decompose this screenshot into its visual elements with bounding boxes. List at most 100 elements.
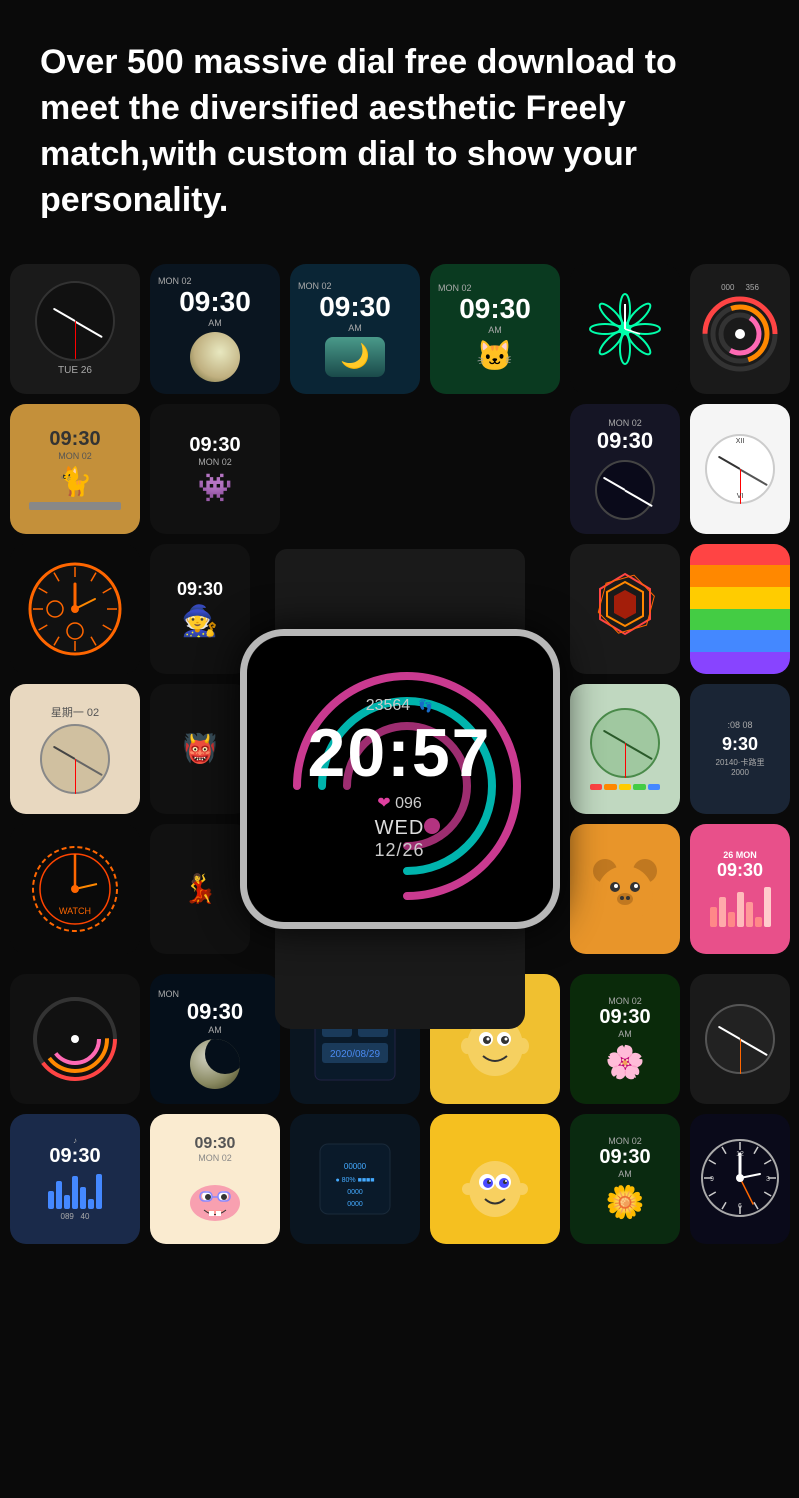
watch-face-33: MON 02 09:30 AM 🌼 (570, 1114, 680, 1244)
wf18-steps: 2000 (731, 768, 749, 777)
watch-face-1: TUE 26 (10, 264, 140, 394)
watch-face-18: :08 08 9:30 20140·卡路里 2000 (690, 684, 790, 814)
wf13-svg (580, 564, 670, 654)
wf21-svg (585, 849, 665, 929)
watch-face-15: 星期一 02 (10, 684, 140, 814)
page-title: Over 500 massive dial free download to m… (40, 40, 759, 224)
watch-face-21 (570, 824, 680, 954)
wf23-svg (25, 989, 125, 1089)
watch-grid: TUE 26 MON 02 09:30 AM MON 02 09:30 AM 🌙 (0, 254, 799, 1304)
wf19-svg: WATCH (25, 839, 125, 939)
svg-text:2020/08/29: 2020/08/29 (330, 1049, 380, 1060)
wf3-ampm: AM (348, 323, 362, 333)
watch-face-28 (690, 974, 790, 1104)
center-watch-info: 23564 👣 20:57 ❤ 096 WED 12/26 (247, 636, 553, 922)
wf3-time: 09:30 (319, 291, 391, 323)
watch-face-11 (10, 544, 140, 674)
watch-face-31: 00000 ● 80% ■■■■ 0000 0000 (290, 1114, 420, 1244)
wf33-flower: 🌼 (605, 1183, 645, 1221)
wf1-label: TUE 26 (58, 365, 92, 376)
watch-face-12: 09:30 🧙 (150, 544, 250, 674)
watch-face-14 (690, 544, 790, 674)
svg-text:00000: 00000 (344, 1162, 367, 1171)
wf5-svg (580, 284, 670, 374)
watch-face-30: 09:30 MON 02 (150, 1114, 280, 1244)
wf7-cat: 🐈 (58, 465, 93, 498)
watch-face-6: 000 356 (690, 264, 790, 394)
watch-face-2: MON 02 09:30 AM (150, 264, 280, 394)
wf12-icon: 🧙 (181, 604, 218, 639)
wf4-date: MON 02 (438, 283, 472, 293)
center-day: WED (375, 817, 425, 840)
wf33-time: 09:30 (599, 1146, 650, 1169)
wf24-time: 09:30 (187, 999, 243, 1025)
wf27-time: 09:30 (599, 1006, 650, 1029)
wf22-date: 26 MON (723, 850, 757, 860)
wf29-label: ♪ (73, 1136, 77, 1145)
svg-text:3: 3 (766, 1176, 770, 1183)
wf9-date: MON 02 (608, 418, 642, 428)
watch-face-32 (430, 1114, 560, 1244)
svg-text:0000: 0000 (347, 1201, 363, 1208)
svg-text:● 80% ■■■■: ● 80% ■■■■ (335, 1177, 374, 1184)
wf6-svg (700, 294, 780, 374)
wf30-svg (180, 1163, 250, 1223)
wf9-time: 09:30 (597, 428, 653, 454)
center-watch-screen: 23564 👣 20:57 ❤ 096 WED 12/26 (247, 636, 553, 922)
band-bottom (275, 929, 525, 1029)
center-time: 20:57 (308, 719, 492, 787)
wf8-icon: 👾 (198, 471, 233, 504)
wf16-icon: 👹 (183, 732, 218, 765)
wf31-svg: 00000 ● 80% ■■■■ 0000 0000 (310, 1134, 400, 1224)
wf8-time: 09:30 (189, 434, 240, 457)
watch-face-23 (10, 974, 140, 1104)
wf24-header: MON (158, 989, 179, 999)
watch-face-5 (570, 264, 680, 394)
wf27-ampm: AM (618, 1029, 632, 1039)
center-steps: 23564 👣 (366, 697, 434, 715)
svg-text:9: 9 (710, 1176, 714, 1183)
wf18-label: :08 08 (727, 720, 752, 730)
wf33-ampm: AM (618, 1169, 632, 1179)
wf29-sub: 089 40 (61, 1212, 90, 1221)
wf11-svg (25, 559, 125, 659)
watch-face-7: 09:30 MON 02 🐈 (10, 404, 140, 534)
watch-face-16: 👹 (150, 684, 250, 814)
watch-face-17 (570, 684, 680, 814)
wf32-svg (450, 1134, 540, 1224)
center-heartrate: ❤ 096 (377, 793, 422, 813)
watch-face-8: 09:30 MON 02 👾 (150, 404, 280, 534)
wf29-time: 09:30 (49, 1145, 100, 1168)
watch-face-34: 12 3 6 9 (690, 1114, 790, 1244)
watch-face-27: MON 02 09:30 AM 🌸 (570, 974, 680, 1104)
svg-text:WATCH: WATCH (59, 906, 91, 916)
wf34-svg: 12 3 6 9 (698, 1136, 783, 1221)
watch-face-4: MON 02 09:30 AM 🐱 (430, 264, 560, 394)
wf30-date: MON 02 (198, 1153, 232, 1163)
center-watch-container: 23564 👣 20:57 ❤ 096 WED 12/26 (240, 549, 560, 1009)
svg-text:6: 6 (738, 1203, 742, 1210)
header-section: Over 500 massive dial free download to m… (0, 0, 799, 254)
center-watch-body: 23564 👣 20:57 ❤ 096 WED 12/26 (240, 629, 560, 929)
svg-text:0000: 0000 (347, 1189, 363, 1196)
wf7-date: MON 02 (58, 451, 92, 461)
watch-face-3: MON 02 09:30 AM 🌙 (290, 264, 420, 394)
wf4-time: 09:30 (459, 293, 531, 325)
page-container: Over 500 massive dial free download to m… (0, 0, 799, 1304)
wf3-date: MON 02 (298, 281, 332, 291)
wf27-icon: 🌸 (605, 1043, 645, 1081)
wf6-nums: 000 356 (721, 283, 759, 292)
band-top (275, 549, 525, 629)
wf4-icon: 🐱 (476, 339, 513, 374)
watch-face-13 (570, 544, 680, 674)
wf4-ampm: AM (488, 325, 502, 335)
wf18-date: 20140·卡路里 (716, 757, 765, 768)
wf2-date: MON 02 (158, 276, 192, 286)
watch-face-20: 💃 (150, 824, 250, 954)
wf2-time: 09:30 (179, 286, 251, 318)
watch-face-10: XII VI (690, 404, 790, 534)
wf7-time: 09:30 (49, 428, 100, 451)
wf2-ampm: AM (208, 318, 222, 328)
svg-text:12: 12 (736, 1151, 744, 1158)
wf12-time: 09:30 (177, 579, 223, 600)
